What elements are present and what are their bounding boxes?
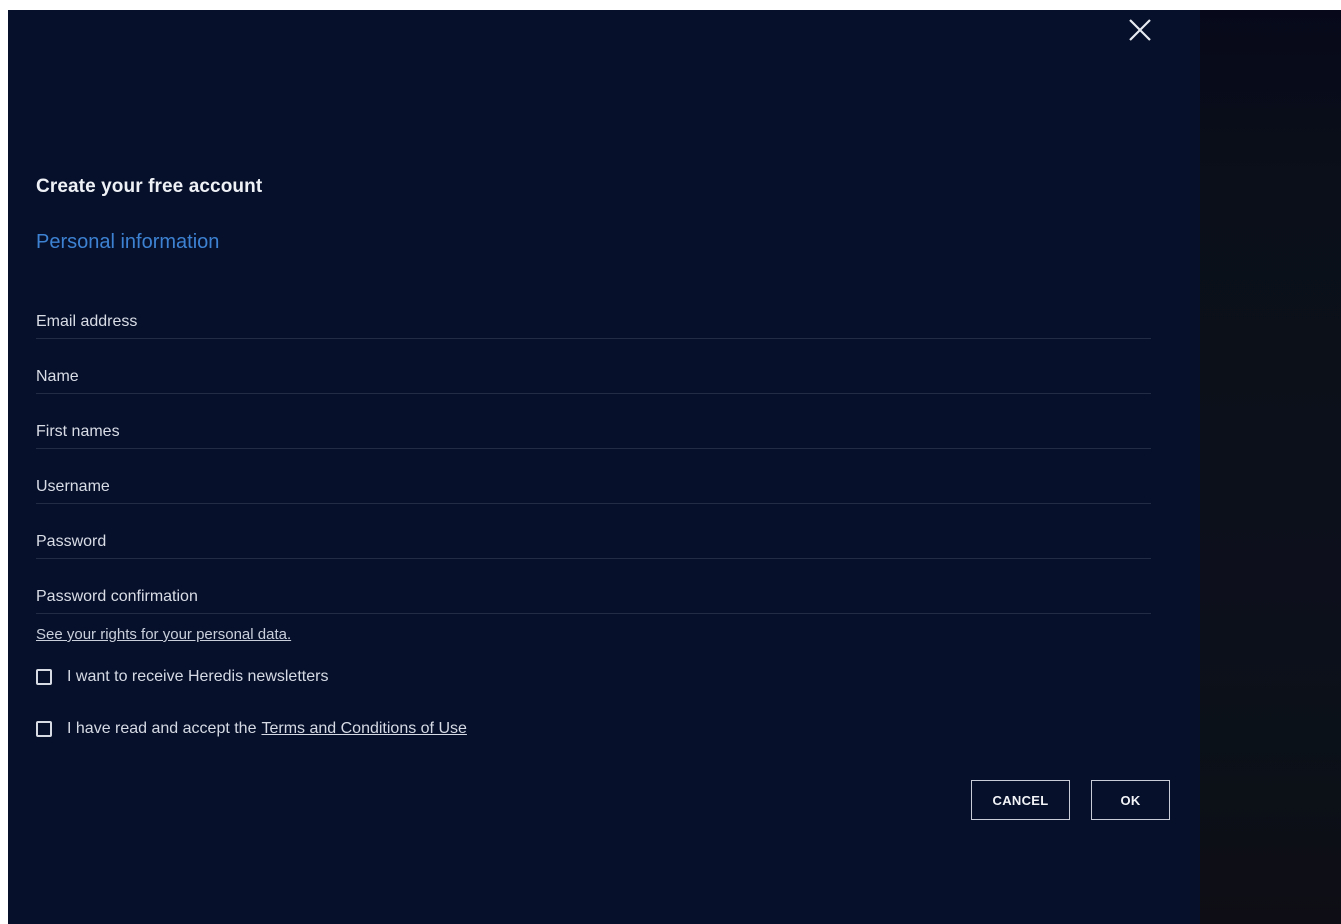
dialog-title: Create your free account xyxy=(36,176,263,197)
newsletter-checkbox[interactable] xyxy=(36,669,52,685)
password-confirmation-field[interactable] xyxy=(36,583,1151,611)
password-field[interactable] xyxy=(36,528,1151,556)
name-field[interactable] xyxy=(36,363,1151,391)
personal-data-rights-link[interactable]: See your rights for your personal data. xyxy=(36,626,291,643)
section-title: Personal information xyxy=(36,231,220,253)
terms-row: I have read and accept the Terms and Con… xyxy=(36,720,467,738)
terms-link[interactable]: Terms and Conditions of Use xyxy=(261,720,466,738)
name-field-container xyxy=(36,363,1151,394)
close-icon xyxy=(1129,19,1151,41)
password-confirmation-field-container xyxy=(36,583,1151,614)
signup-dialog: Create your free account Personal inform… xyxy=(8,10,1200,924)
password-field-container xyxy=(36,528,1151,559)
terms-checkbox[interactable] xyxy=(36,721,52,737)
first-names-field[interactable] xyxy=(36,418,1151,446)
email-field-container xyxy=(36,308,1151,339)
username-field-container xyxy=(36,473,1151,504)
ok-button[interactable]: OK xyxy=(1091,780,1170,820)
terms-label: I have read and accept the xyxy=(67,720,257,737)
username-field[interactable] xyxy=(36,473,1151,501)
email-field[interactable] xyxy=(36,308,1151,336)
newsletter-label: I want to receive Heredis newsletters xyxy=(67,668,329,685)
close-button[interactable] xyxy=(1124,14,1156,46)
newsletter-row: I want to receive Heredis newsletters xyxy=(36,668,328,686)
cancel-button[interactable]: CANCEL xyxy=(971,780,1070,820)
background-overlay xyxy=(1200,10,1341,924)
first-names-field-container xyxy=(36,418,1151,449)
